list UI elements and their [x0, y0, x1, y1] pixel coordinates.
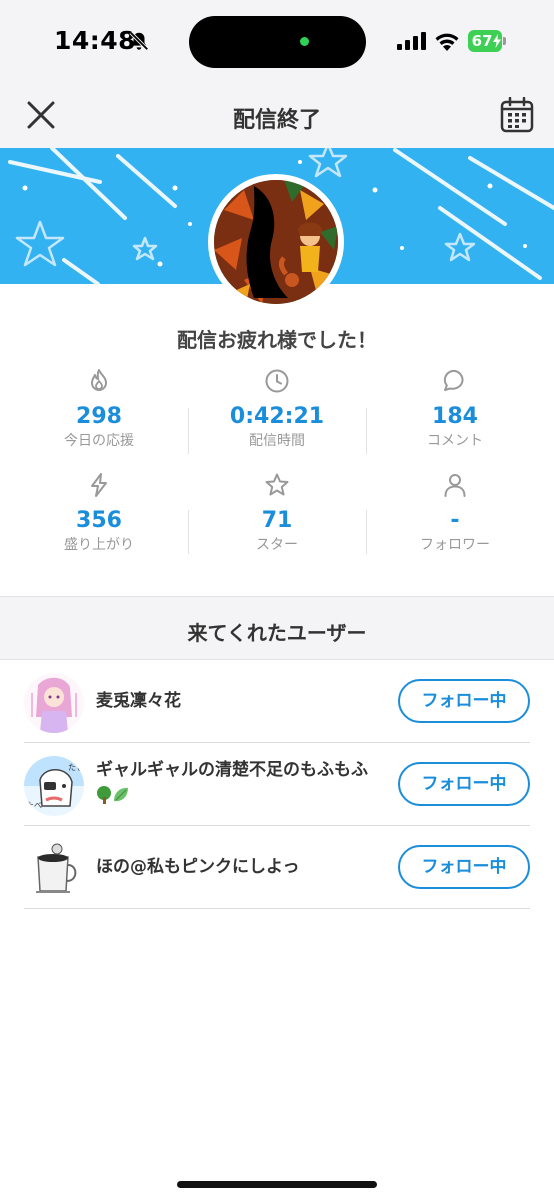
- user-row[interactable]: たし たべ ギャルギャルの清楚不足のもふもふ フォロー中: [24, 743, 530, 826]
- stat-excitement: 356 盛り上がり: [10, 472, 188, 572]
- stat-value: 0:42:21: [229, 404, 325, 429]
- user-avatar[interactable]: [24, 673, 84, 733]
- svg-text:たべ: たべ: [26, 801, 42, 810]
- home-indicator[interactable]: [177, 1181, 377, 1188]
- stat-stars: 71 スター: [188, 472, 366, 572]
- battery-icon: 67: [468, 30, 506, 52]
- cellular-signal-icon: [397, 32, 426, 50]
- stat-comments: 184 コメント: [366, 368, 544, 468]
- divider: [188, 510, 189, 554]
- stat-label: フォロワー: [420, 537, 490, 553]
- calendar-icon[interactable]: [500, 97, 534, 133]
- section-title: 来てくれたユーザー: [187, 621, 367, 645]
- wifi-icon: [435, 33, 459, 51]
- stat-label: 配信時間: [249, 433, 305, 449]
- stat-cheers: 298 今日の応援: [10, 368, 188, 468]
- dynamic-island: [189, 16, 366, 68]
- stat-value: 298: [76, 404, 122, 429]
- stat-value: 356: [76, 508, 122, 533]
- greeting-message: 配信お疲れ様でした！: [177, 328, 377, 352]
- stat-value: 184: [432, 404, 478, 429]
- stat-value: -: [450, 508, 460, 533]
- status-bar: 14:48 67: [0, 0, 554, 84]
- divider: [366, 510, 367, 554]
- bolt-icon: [91, 473, 107, 497]
- flame-icon: [91, 369, 107, 391]
- battery-percent: 67: [471, 32, 493, 50]
- user-name[interactable]: ほの@私もピンクにしよっ: [96, 854, 300, 880]
- user-row[interactable]: 麦兎凜々花 フォロー中: [24, 660, 530, 743]
- following-button[interactable]: フォロー中: [398, 845, 530, 889]
- status-time: 14:48: [54, 26, 137, 55]
- user-row[interactable]: ほの@私もピンクにしよっ フォロー中: [24, 826, 530, 909]
- user-avatar[interactable]: [24, 839, 84, 899]
- person-icon: [444, 474, 466, 497]
- bell-off-icon: [129, 31, 149, 51]
- clock-icon: [265, 369, 289, 393]
- star-icon: [265, 473, 289, 496]
- stat-label: 盛り上がり: [64, 537, 134, 553]
- svg-text:たし: たし: [68, 763, 84, 772]
- stat-value: 71: [261, 508, 293, 533]
- stat-duration: 0:42:21 配信時間: [188, 368, 366, 468]
- stat-followers: - フォロワー: [366, 472, 544, 572]
- divider: [188, 408, 189, 454]
- page-title: 配信終了: [232, 108, 321, 133]
- stat-label: スター: [256, 537, 298, 553]
- camera-indicator-icon: [300, 37, 309, 46]
- following-button[interactable]: フォロー中: [398, 679, 530, 723]
- streamer-avatar: [208, 174, 344, 310]
- following-button[interactable]: フォロー中: [398, 762, 530, 806]
- tree-leaf-emoji-icon: [97, 786, 128, 804]
- user-name[interactable]: 麦兎凜々花: [96, 688, 181, 714]
- stat-label: コメント: [427, 433, 483, 449]
- stat-label: 今日の応援: [64, 433, 134, 449]
- user-avatar[interactable]: たし たべ: [24, 756, 84, 816]
- comment-icon: [443, 369, 464, 391]
- nav-bar: 配信終了: [0, 84, 554, 148]
- user-name[interactable]: ギャルギャルの清楚不足のもふもふ: [96, 757, 368, 783]
- divider: [366, 408, 367, 454]
- visitors-section-header: 来てくれたユーザー: [0, 596, 554, 660]
